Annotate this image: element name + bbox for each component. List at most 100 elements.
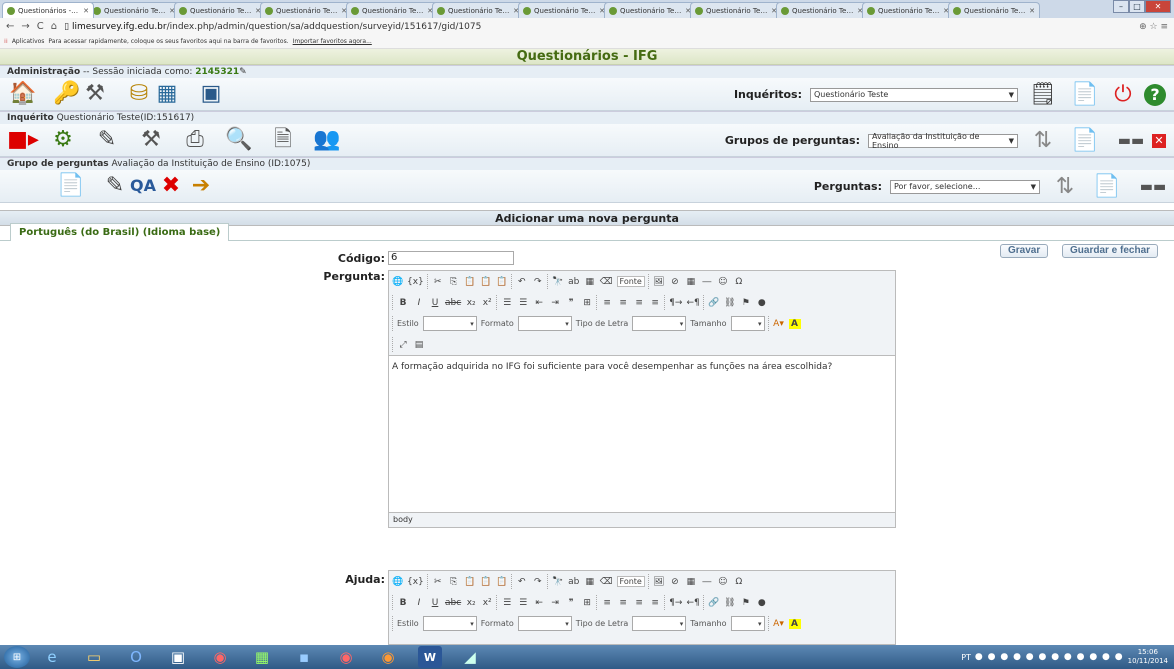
chrome-icon[interactable]: ◉ xyxy=(326,646,366,668)
ltr-icon[interactable]: ¶→ xyxy=(669,298,682,308)
prev-next-question-icon[interactable]: ⇅ xyxy=(1052,174,1078,200)
clock[interactable]: 15:06 10/11/2014 xyxy=(1128,648,1168,666)
logout-icon[interactable]: ⏻ xyxy=(1110,82,1136,108)
select-all-icon[interactable]: ▦ xyxy=(584,277,596,287)
apps-link[interactable]: Aplicativos xyxy=(12,38,45,45)
blockquote-icon[interactable]: ❞ xyxy=(565,598,577,608)
flash-icon[interactable]: ⊘ xyxy=(669,577,681,587)
key-icon[interactable]: 🔑 xyxy=(53,81,80,107)
tab-close-icon[interactable]: ✕ xyxy=(1029,7,1035,15)
back-icon[interactable]: ← xyxy=(6,21,14,32)
preview-group-icon[interactable]: 📄 xyxy=(57,173,84,199)
special-char-icon[interactable]: Ω xyxy=(733,277,745,287)
survey-tools-icon[interactable]: ⚒ xyxy=(138,127,164,153)
activate-survey-icon[interactable]: ■▸ xyxy=(7,127,39,153)
outdent-icon[interactable]: ⇤ xyxy=(533,598,545,608)
align-center-icon[interactable]: ≡ xyxy=(617,598,629,608)
browser-tab[interactable]: Questionário Teste ✕ xyxy=(432,2,524,18)
questions-select[interactable]: Por favor, selecione... ▼ xyxy=(890,179,1040,194)
groups-select[interactable]: Avaliação da Instituição de Ensino ▼ xyxy=(868,132,1018,150)
bold-icon[interactable]: B xyxy=(397,598,409,608)
close-window-button[interactable]: ✕ xyxy=(1145,0,1171,13)
save-button[interactable]: Gravar xyxy=(1000,244,1049,258)
expressions-icon[interactable]: {x} xyxy=(407,577,424,587)
image-icon[interactable]: 🖼 xyxy=(653,277,665,287)
anchor-icon[interactable]: ⚑ xyxy=(740,298,752,308)
undo-icon[interactable]: ↶ xyxy=(516,277,528,287)
bullet-list-icon[interactable]: ☰ xyxy=(517,298,529,308)
hr-icon[interactable]: ― xyxy=(701,277,713,287)
save-close-button[interactable]: Guardar e fechar xyxy=(1062,244,1159,258)
flash-icon[interactable]: ⊘ xyxy=(669,277,681,287)
bg-color-icon[interactable]: A xyxy=(788,318,801,329)
zoom-star-menu-icons[interactable]: ⊕ ☆ ≡ xyxy=(1139,22,1168,32)
import-bookmarks-link[interactable]: Importar favoritos agora... xyxy=(293,38,372,45)
div-icon[interactable]: ⊞ xyxy=(581,598,593,608)
cut-icon[interactable]: ✂ xyxy=(432,277,444,287)
home-admin-icon[interactable]: 🏠 xyxy=(9,81,36,107)
size-combo[interactable]: ▾ xyxy=(730,616,765,631)
format-combo[interactable]: ▾ xyxy=(517,616,572,631)
browser-tab[interactable]: Questionários - IFG ✕ xyxy=(2,2,94,18)
new-survey-icon[interactable]: 📄 xyxy=(1071,82,1098,108)
copy-icon[interactable]: ⎘ xyxy=(448,277,460,287)
participants-icon[interactable]: 👥 xyxy=(313,127,340,153)
paste-icon[interactable]: 📋 xyxy=(464,577,476,587)
help-icon[interactable]: ? xyxy=(1144,83,1166,106)
outlook-icon[interactable]: O xyxy=(116,646,156,668)
globe-icon[interactable]: 🌐 xyxy=(392,577,404,587)
underline-icon[interactable]: U xyxy=(429,598,441,608)
div-icon[interactable]: ⊞ xyxy=(581,298,593,308)
expressions-icon[interactable]: {x} xyxy=(407,277,424,287)
browser-tab[interactable]: Questionário Teste ✕ xyxy=(518,2,610,18)
chrome-icon[interactable]: ◉ xyxy=(200,646,240,668)
prev-next-group-icon[interactable]: ⇅ xyxy=(1030,128,1056,154)
text-color-icon[interactable]: A▾ xyxy=(773,319,785,329)
browser-tab[interactable]: Questionário Teste ✕ xyxy=(88,2,180,18)
browser-tab[interactable]: Questionário Teste ✕ xyxy=(776,2,868,18)
media-icon[interactable]: ● xyxy=(756,298,768,308)
explorer-icon[interactable]: ▭ xyxy=(74,646,114,668)
project-icon[interactable]: ▦ xyxy=(242,646,282,668)
surveys-select[interactable]: Questionário Teste ▼ xyxy=(810,87,1018,102)
undo-icon[interactable]: ↶ xyxy=(516,577,528,587)
justify-icon[interactable]: ≡ xyxy=(649,298,661,308)
text-color-icon[interactable]: A▾ xyxy=(773,619,785,629)
format-combo[interactable]: ▾ xyxy=(517,316,572,331)
media-icon[interactable]: ▪ xyxy=(284,646,324,668)
paint-icon[interactable]: ◢ xyxy=(450,646,490,668)
add-question-icon[interactable]: 📄 xyxy=(1093,174,1120,200)
font-combo[interactable]: ▾ xyxy=(632,316,687,331)
align-left-icon[interactable]: ≡ xyxy=(601,298,613,308)
bold-icon[interactable]: B xyxy=(397,298,409,308)
italic-icon[interactable]: I xyxy=(413,598,425,608)
browser-tab[interactable]: Questionário Teste ✕ xyxy=(690,2,782,18)
remove-format-icon[interactable]: ⌫ xyxy=(600,577,613,587)
anchor-icon[interactable]: ⚑ xyxy=(740,598,752,608)
general-settings-icon[interactable]: ⚙ xyxy=(50,127,76,153)
select-all-icon[interactable]: ▦ xyxy=(584,577,596,587)
browser-tab[interactable]: Questionário Teste ✕ xyxy=(862,2,954,18)
font-combo[interactable]: ▾ xyxy=(632,616,687,631)
tab-close-icon[interactable]: ✕ xyxy=(83,7,89,15)
browser-tab[interactable]: Questionário Teste ✕ xyxy=(260,2,352,18)
strike-icon[interactable]: abc xyxy=(445,598,461,608)
question-text-area[interactable]: A formação adquirida no IFG foi suficien… xyxy=(389,355,895,513)
link-icon[interactable]: 🔗 xyxy=(708,598,720,608)
add-group-icon[interactable]: 📄 xyxy=(1071,128,1098,154)
ltr-icon[interactable]: ¶→ xyxy=(669,598,682,608)
find-icon[interactable]: 🔭 xyxy=(552,277,564,287)
numbered-list-icon[interactable]: ☰ xyxy=(501,298,513,308)
pencil-icon[interactable]: ✎ xyxy=(239,67,247,77)
subscript-icon[interactable]: x₂ xyxy=(465,598,477,608)
paste-icon[interactable]: 📋 xyxy=(464,277,476,287)
replace-icon[interactable]: ab xyxy=(568,277,580,287)
rtl-icon[interactable]: ←¶ xyxy=(686,598,699,608)
browser-tab[interactable]: Questionário Teste ✕ xyxy=(604,2,696,18)
minimize-panel-icon[interactable]: ▬▬ xyxy=(1118,128,1144,154)
paste-text-icon[interactable]: 📋 xyxy=(480,277,492,287)
redo-icon[interactable]: ↷ xyxy=(532,277,544,287)
smiley-icon[interactable]: ☺ xyxy=(717,277,729,287)
hr-icon[interactable]: ― xyxy=(701,577,713,587)
table-icon[interactable]: ▦ xyxy=(154,81,180,107)
